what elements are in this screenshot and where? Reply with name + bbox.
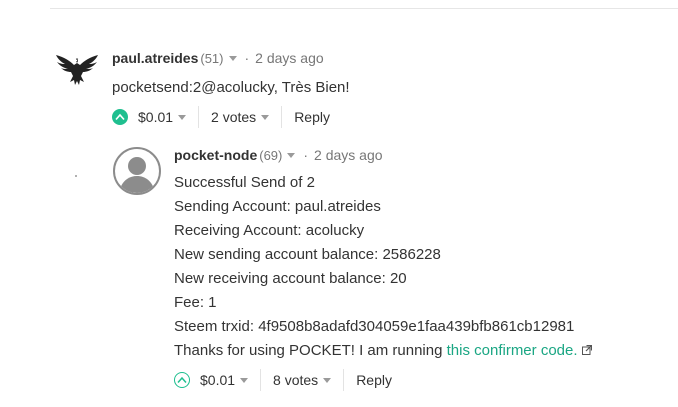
comment-body-line: Thanks for using POCKET! I am running th… [174,339,592,363]
timestamp-link[interactable]: 2 days ago [314,147,383,163]
comment-body-line: Fee: 1 [174,294,217,311]
comment: paul.atreides (51) · 2 days ago pocketse… [112,48,350,128]
payout-chevron-down-icon[interactable] [240,377,249,383]
comment-meta: pocket-node (69) · 2 days ago [174,145,592,165]
votes-count[interactable]: 8 votes [273,372,318,388]
comment-footer: $0.01 2 votes Reply [112,106,350,128]
chevron-up-icon [115,113,125,121]
comment-body-line: Receiving Account: acolucky [174,222,365,239]
divider [50,8,678,9]
author-name-link[interactable]: pocket-node [174,147,257,163]
votes-chevron-down-icon[interactable] [323,377,332,383]
comment-body-line: Sending Account: paul.atreides [174,198,381,215]
chevron-up-icon [177,376,187,384]
comment-body-line: Successful Send of 2 [174,174,315,191]
separator-dot: · [244,50,250,66]
reply-button[interactable]: Reply [356,372,392,388]
author-menu-chevron-down-icon[interactable] [228,55,237,61]
footer-divider [260,369,262,392]
separator-dot: · [303,147,309,163]
author-menu-chevron-down-icon[interactable] [287,152,296,158]
votes-chevron-down-icon[interactable] [261,114,270,120]
author-name-link[interactable]: paul.atreides [112,50,198,66]
payout-chevron-down-icon[interactable] [178,114,187,120]
comment-body: Successful Send of 2 Sending Account: pa… [174,171,592,363]
body-text: Thanks for using POCKET! I am running [174,342,447,359]
reply-button[interactable]: Reply [294,109,330,125]
payout-value[interactable]: $0.01 [138,109,173,125]
comment-body: pocketsend:2@acolucky, Très Bien! [112,76,350,100]
default-user-avatar-icon[interactable] [113,147,161,195]
eagle-avatar-icon[interactable] [50,52,100,92]
comment-body-line: pocketsend:2@acolucky, Très Bien! [112,79,350,96]
external-link-icon [581,339,592,363]
comment-meta: paul.atreides (51) · 2 days ago [112,48,350,68]
confirmer-code-link[interactable]: this confirmer code. [447,342,578,359]
comment: pocket-node (69) · 2 days ago Successful… [174,145,592,392]
comment-footer: $0.01 8 votes Reply [174,369,592,392]
footer-divider [281,106,283,128]
votes-count[interactable]: 2 votes [211,109,256,125]
upvote-button[interactable] [174,372,190,389]
timestamp-link[interactable]: 2 days ago [255,50,324,66]
author-reputation: (51) [200,50,224,66]
upvote-button[interactable] [112,109,128,125]
comment-body-line: Steem trxid: 4f9508b8adafd304059e1faa439… [174,318,575,335]
decorative-dot [75,175,77,177]
comment-body-line: New receiving account balance: 20 [174,270,407,287]
payout-value[interactable]: $0.01 [200,372,235,388]
comment-body-line: New sending account balance: 2586228 [174,246,441,263]
footer-divider [343,369,345,392]
footer-divider [198,106,200,128]
author-reputation: (69) [259,147,283,163]
